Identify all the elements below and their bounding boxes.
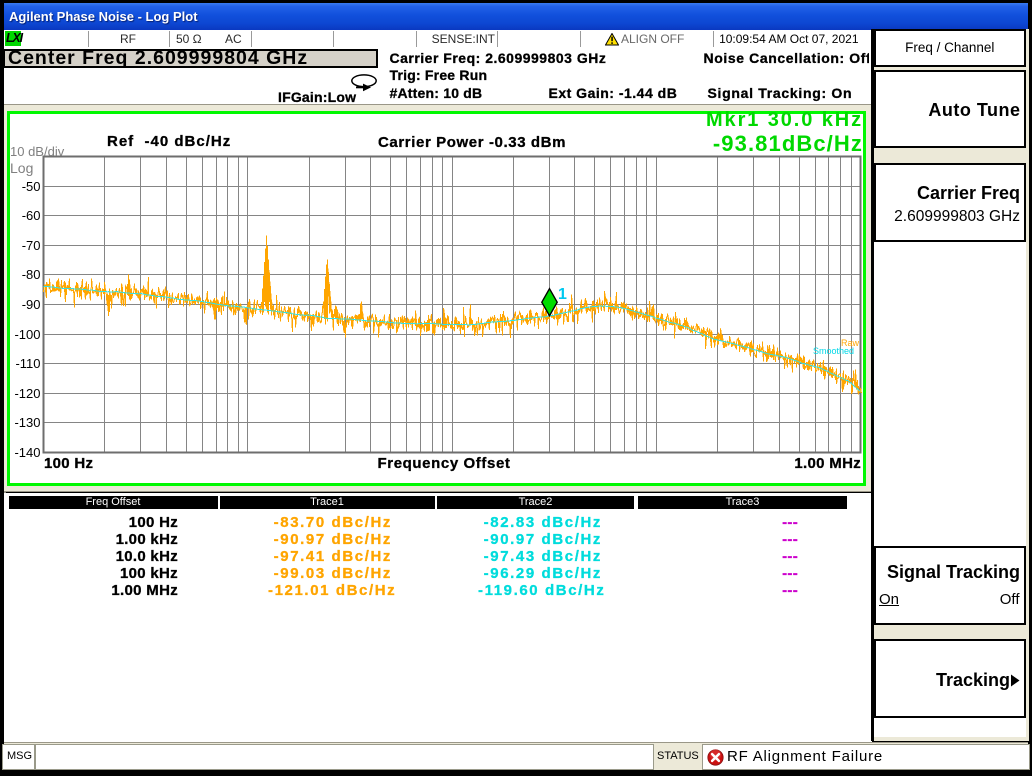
svg-text:Smoothed: Smoothed <box>813 346 854 356</box>
svg-text:1: 1 <box>558 286 567 303</box>
